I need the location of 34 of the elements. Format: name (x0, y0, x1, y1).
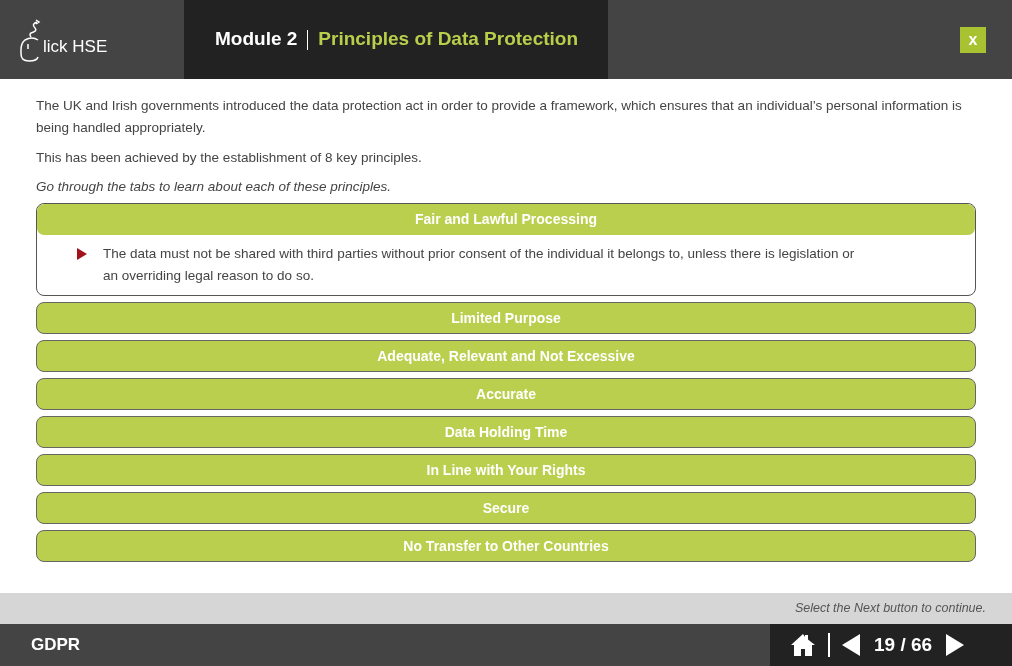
accordion-header[interactable]: Data Holding Time (36, 416, 976, 449)
section-title: Secure (482, 498, 530, 518)
logo-text: lick HSE (43, 35, 108, 58)
intro-paragraph: The UK and Irish governments introduced the data protection act in order to provide a framework, which ensures that an individual’s personal information is being handled appropriately. (36, 97, 963, 137)
accordion-header[interactable]: Fair and Lawful Processing (37, 204, 975, 236)
accordion-header[interactable]: Secure (36, 492, 976, 525)
point-text: The data must not be shared with third parties without prior consent of the individual it belongs to, unless there is legislation or an overriding legal reason to do so. (103, 245, 855, 286)
section-title: Limited Purpose (451, 308, 561, 328)
accordion-header[interactable]: In Line with Your Rights (36, 454, 976, 487)
left-triangle-icon (842, 634, 862, 656)
page-counter: 19 / 66 (874, 632, 933, 657)
home-icon (790, 633, 816, 657)
section-title: In Line with Your Rights (426, 460, 586, 480)
course-title: GDPR (31, 634, 81, 657)
mouse-logo-icon (20, 17, 42, 62)
accordion-header[interactable]: Limited Purpose (36, 302, 976, 335)
accordion-header[interactable]: Adequate, Relevant and Not Excessive (36, 340, 976, 373)
instruction-text: Go through the tabs to learn about each of these principles. (36, 178, 392, 196)
section-title: Accurate (476, 384, 536, 404)
right-triangle-icon (944, 634, 965, 656)
next-button[interactable] (944, 634, 965, 656)
bullet-icon (77, 248, 87, 261)
module-label: Module 2 (215, 27, 298, 52)
accordion-header[interactable]: Accurate (36, 378, 976, 411)
close-button[interactable]: x (960, 26, 986, 53)
previous-button[interactable] (842, 634, 862, 656)
section-title: No Transfer to Other Countries (403, 536, 609, 556)
section-title: Data Holding Time (444, 422, 568, 442)
module-title: Principles of Data Protection (318, 27, 579, 52)
hint-text: Select the Next button to continue. (794, 600, 986, 618)
intro-paragraph: This has been achieved by the establishment of 8 key principles. (36, 149, 423, 167)
home-button[interactable] (790, 633, 816, 657)
section-title: Adequate, Relevant and Not Excessive (377, 346, 635, 366)
accordion-header[interactable]: No Transfer to Other Countries (36, 530, 976, 563)
